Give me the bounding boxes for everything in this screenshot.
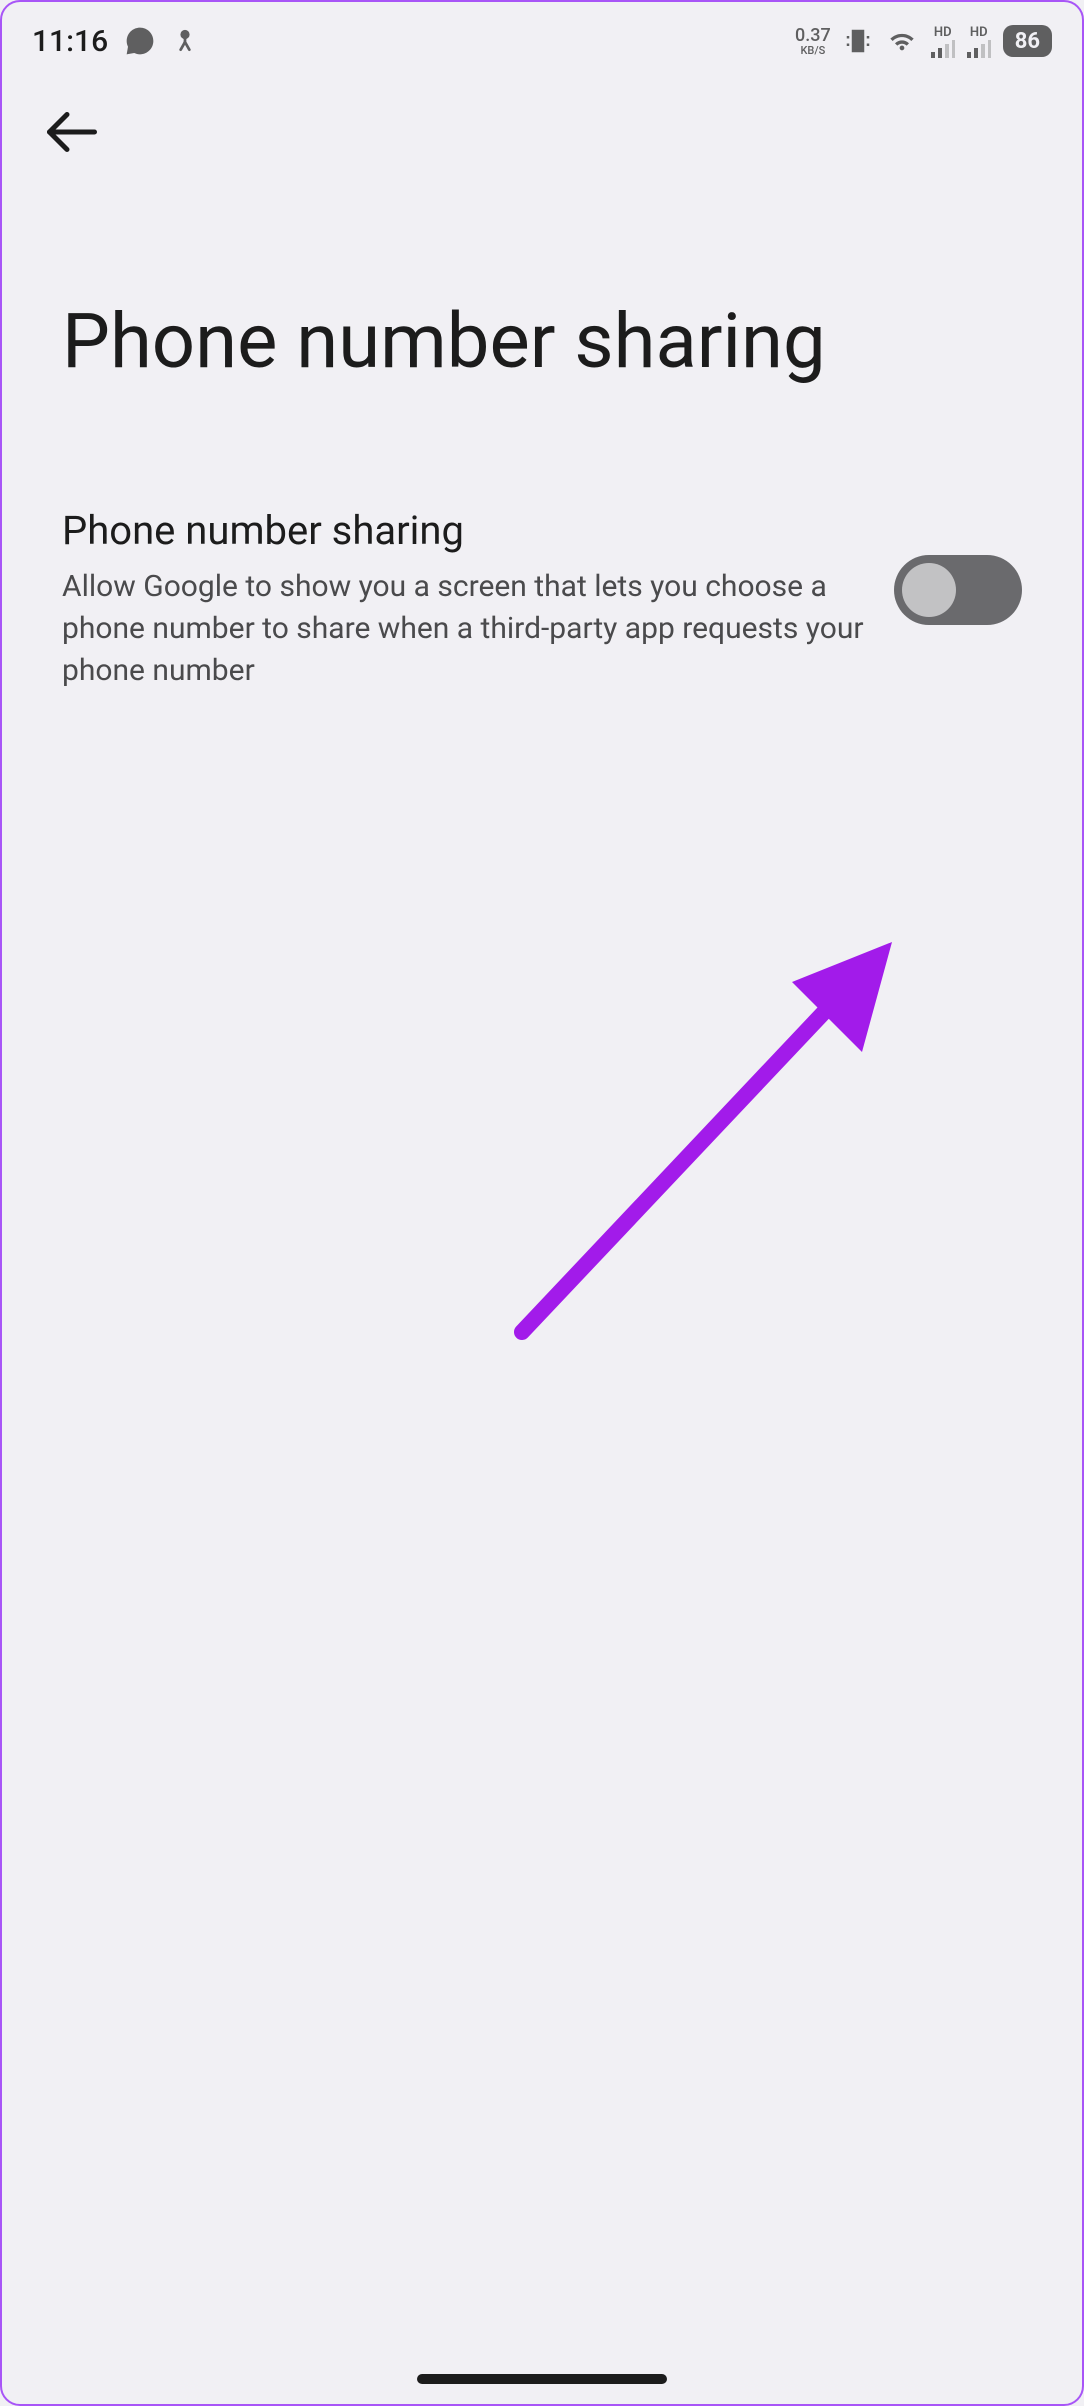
- setting-row[interactable]: Phone number sharing Allow Google to sho…: [2, 387, 1082, 692]
- setting-text: Phone number sharing Allow Google to sho…: [62, 507, 864, 692]
- setting-description: Allow Google to show you a screen that l…: [62, 566, 864, 692]
- wifi-icon: [885, 27, 919, 55]
- status-right: 0.37 KB/S HD HD 86: [795, 25, 1052, 58]
- signal-2: HD: [967, 25, 991, 58]
- back-arrow-icon[interactable]: [42, 102, 102, 162]
- vibrate-icon: [843, 26, 873, 56]
- navigation-handle[interactable]: [417, 2374, 667, 2384]
- annotation-arrow-icon: [512, 922, 932, 1342]
- toggle-switch[interactable]: [894, 555, 1022, 625]
- location-icon: [172, 26, 198, 56]
- data-rate: 0.37 KB/S: [795, 27, 831, 56]
- page-title: Phone number sharing: [2, 166, 1082, 387]
- battery-indicator: 86: [1003, 25, 1052, 57]
- signal-1: HD: [931, 25, 955, 58]
- status-left: 11:16: [32, 24, 198, 59]
- status-bar: 11:16 0.37 KB/S HD HD: [2, 2, 1082, 72]
- toggle-thumb: [902, 563, 956, 617]
- status-time: 11:16: [32, 24, 108, 59]
- setting-title: Phone number sharing: [62, 507, 864, 554]
- app-bar: [2, 72, 1082, 166]
- chat-icon: [124, 25, 156, 57]
